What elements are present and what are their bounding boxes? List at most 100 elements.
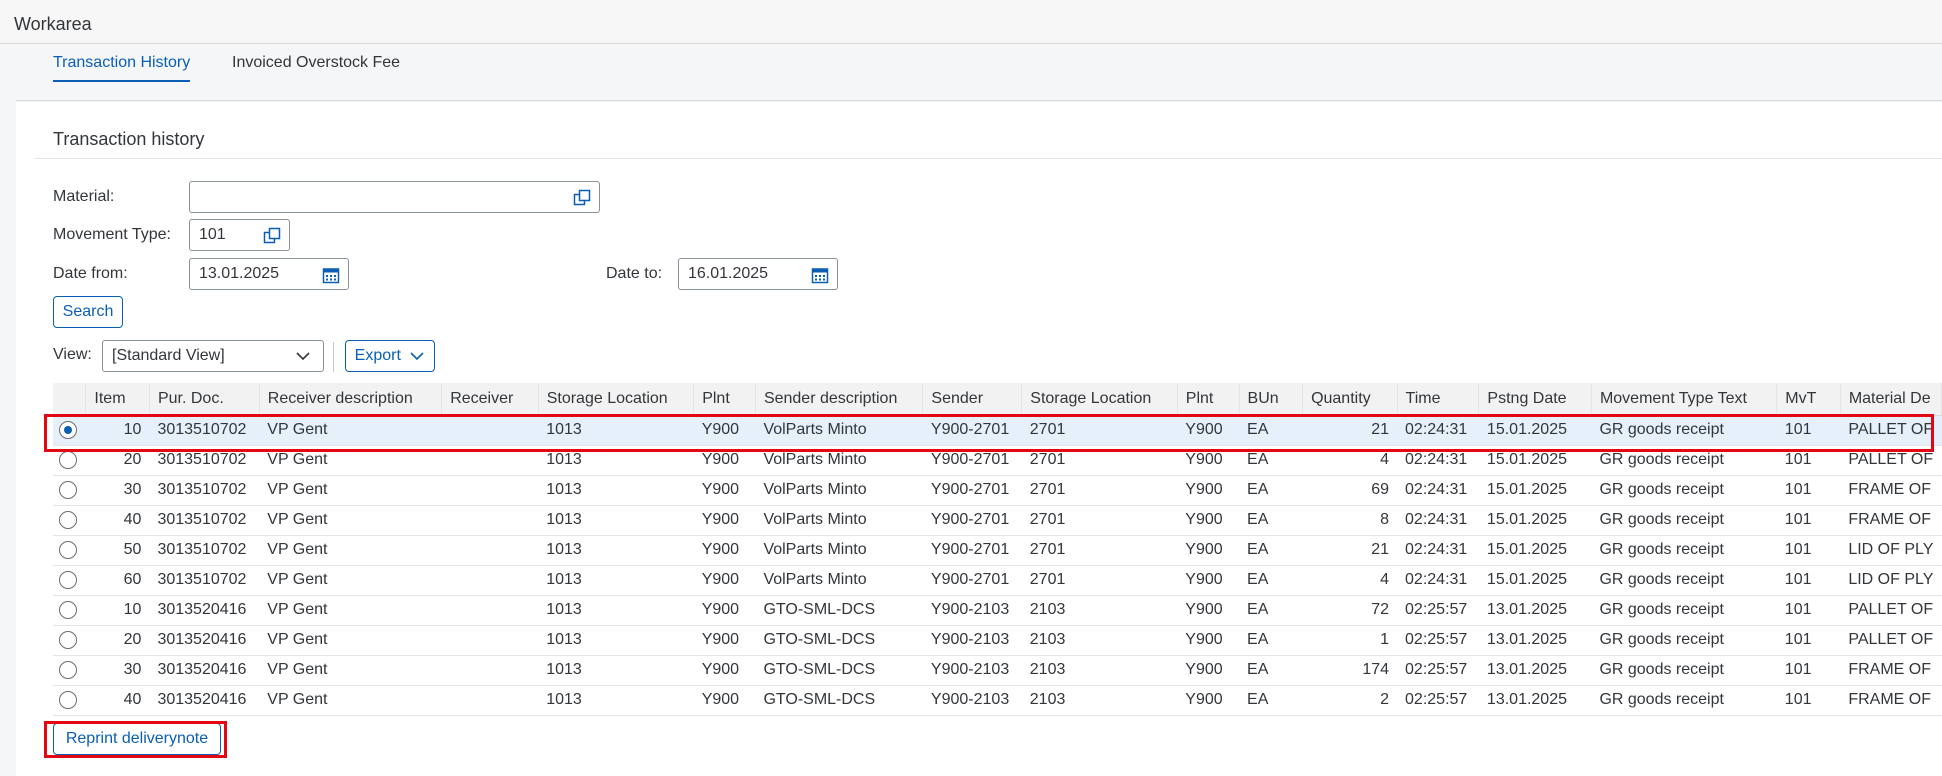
- row-radio-button[interactable]: [59, 540, 77, 559]
- table-row[interactable]: 30 3013510702 VP Gent 1013 Y900 VolParts Mint…: [53, 475, 1942, 506]
- table-cell: Y900: [1177, 535, 1240, 566]
- column-header[interactable]: Material De: [1840, 383, 1942, 416]
- column-header[interactable]: BUn: [1239, 383, 1304, 416]
- value-help-icon[interactable]: [573, 189, 591, 207]
- table-cell: 3013520416: [149, 655, 260, 686]
- column-header[interactable]: Pstng Date: [1478, 383, 1592, 416]
- toolbar-separator: [333, 342, 334, 372]
- view-select[interactable]: [Standard View]: [102, 340, 324, 372]
- section-title: Transaction history: [53, 129, 205, 149]
- row-radio-button[interactable]: [59, 510, 77, 529]
- column-header[interactable]: Plnt: [1177, 383, 1240, 416]
- material-input[interactable]: [189, 181, 600, 213]
- row-select-cell[interactable]: [53, 505, 86, 536]
- table-cell: 10: [85, 595, 150, 626]
- export-button[interactable]: Export: [345, 340, 435, 372]
- column-header[interactable]: Receiver description: [259, 383, 443, 416]
- column-header[interactable]: Pur. Doc.: [149, 383, 260, 416]
- table-cell: Y900: [693, 565, 756, 596]
- table-cell: Y900: [693, 655, 756, 686]
- calendar-icon[interactable]: [322, 266, 340, 284]
- table-cell: EA: [1239, 505, 1303, 536]
- column-header[interactable]: MvT: [1776, 383, 1841, 416]
- table-row[interactable]: 30 3013520416 VP Gent 1013 Y900 GTO-SML-DCS Y9…: [53, 655, 1942, 686]
- column-header[interactable]: Quantity: [1302, 383, 1398, 416]
- table-cell: VP Gent: [259, 625, 442, 656]
- tab-divider: [16, 100, 1942, 101]
- row-select-cell[interactable]: [53, 655, 86, 686]
- column-header[interactable]: Time: [1397, 383, 1480, 416]
- tab-strip: Transaction History Invoiced Overstock F…: [0, 44, 1942, 102]
- column-header[interactable]: Receiver: [441, 383, 539, 416]
- table-cell: VolParts Minto: [755, 415, 923, 446]
- table-cell: GR goods receipt: [1591, 565, 1777, 596]
- row-select-cell[interactable]: [53, 415, 86, 446]
- table-cell: Y900-2103: [922, 655, 1022, 686]
- table-cell: [441, 535, 539, 566]
- table-cell: 101: [1776, 475, 1841, 506]
- row-radio-button[interactable]: [59, 570, 77, 589]
- movement-type-input[interactable]: 101: [189, 219, 290, 251]
- row-radio-button[interactable]: [59, 480, 77, 499]
- table-cell: 50: [85, 535, 150, 566]
- value-help-icon[interactable]: [263, 227, 281, 245]
- table-cell: 101: [1776, 445, 1841, 476]
- table-cell: 2701: [1021, 475, 1178, 506]
- table-cell: 1013: [538, 445, 694, 476]
- table-cell: 3013510702: [149, 535, 260, 566]
- column-header[interactable]: Sender description: [755, 383, 924, 416]
- column-header[interactable]: Plnt: [693, 383, 756, 416]
- date-to-input[interactable]: 16.01.2025: [678, 258, 838, 290]
- tab-invoiced-overstock-fee[interactable]: Invoiced Overstock Fee: [232, 54, 400, 80]
- column-header[interactable]: Sender: [922, 383, 1023, 416]
- table-row[interactable]: 50 3013510702 VP Gent 1013 Y900 VolParts Mint…: [53, 535, 1942, 566]
- table-row[interactable]: 10 3013520416 VP Gent 1013 Y900 GTO-SML-DCS Y9…: [53, 595, 1942, 626]
- row-select-cell[interactable]: [53, 685, 86, 716]
- table-cell: EA: [1239, 535, 1303, 566]
- column-header[interactable]: Storage Location: [538, 383, 695, 416]
- row-select-cell[interactable]: [53, 535, 86, 566]
- row-select-cell[interactable]: [53, 445, 86, 476]
- table-cell: 02:25:57: [1397, 685, 1479, 716]
- table-cell: 02:25:57: [1397, 655, 1479, 686]
- table-row[interactable]: 60 3013510702 VP Gent 1013 Y900 VolParts Mint…: [53, 565, 1942, 596]
- table-row[interactable]: 40 3013520416 VP Gent 1013 Y900 GTO-SML-DCS Y9…: [53, 685, 1942, 716]
- table-cell: 1013: [538, 475, 694, 506]
- table-cell: Y900: [693, 505, 756, 536]
- table-cell: 1: [1302, 625, 1398, 656]
- table-cell: EA: [1239, 595, 1303, 626]
- row-radio-button[interactable]: [59, 690, 77, 709]
- table-cell: 1013: [538, 655, 694, 686]
- row-select-cell[interactable]: [53, 565, 86, 596]
- row-select-cell[interactable]: [53, 625, 86, 656]
- table-cell: 15.01.2025: [1478, 445, 1592, 476]
- search-button[interactable]: Search: [53, 296, 123, 328]
- table-cell: 13.01.2025: [1478, 655, 1592, 686]
- reprint-deliverynote-button[interactable]: Reprint deliverynote: [53, 723, 221, 755]
- table-cell: Y900: [1177, 415, 1240, 446]
- table-cell: 30: [85, 655, 150, 686]
- row-radio-button[interactable]: [59, 450, 77, 469]
- table-row[interactable]: 10 3013510702 VP Gent 1013 Y900 VolParts Mint…: [53, 415, 1942, 446]
- table-row[interactable]: 40 3013510702 VP Gent 1013 Y900 VolParts Mint…: [53, 505, 1942, 536]
- calendar-icon[interactable]: [811, 266, 829, 284]
- column-header[interactable]: Movement Type Text: [1591, 383, 1778, 416]
- column-header[interactable]: Storage Location: [1021, 383, 1178, 416]
- row-radio-button[interactable]: [59, 600, 77, 619]
- table-cell: Y900: [1177, 595, 1240, 626]
- row-radio-button[interactable]: [59, 660, 77, 679]
- date-from-input[interactable]: 13.01.2025: [189, 258, 349, 290]
- table-cell: 15.01.2025: [1478, 415, 1592, 446]
- column-header[interactable]: Item: [85, 383, 150, 416]
- tab-transaction-history[interactable]: Transaction History: [53, 54, 191, 82]
- table-cell: Y900: [1177, 565, 1240, 596]
- table-row[interactable]: 20 3013510702 VP Gent 1013 Y900 VolParts Mint…: [53, 445, 1942, 476]
- row-select-cell[interactable]: [53, 475, 86, 506]
- row-select-cell[interactable]: [53, 595, 86, 626]
- row-radio-button[interactable]: [59, 420, 77, 439]
- row-radio-button[interactable]: [59, 630, 77, 649]
- table-row[interactable]: 20 3013520416 VP Gent 1013 Y900 GTO-SML-DCS Y9…: [53, 625, 1942, 656]
- table-cell: Y900-2701: [922, 415, 1022, 446]
- table-cell: 15.01.2025: [1478, 505, 1592, 536]
- table-cell: 1013: [538, 625, 694, 656]
